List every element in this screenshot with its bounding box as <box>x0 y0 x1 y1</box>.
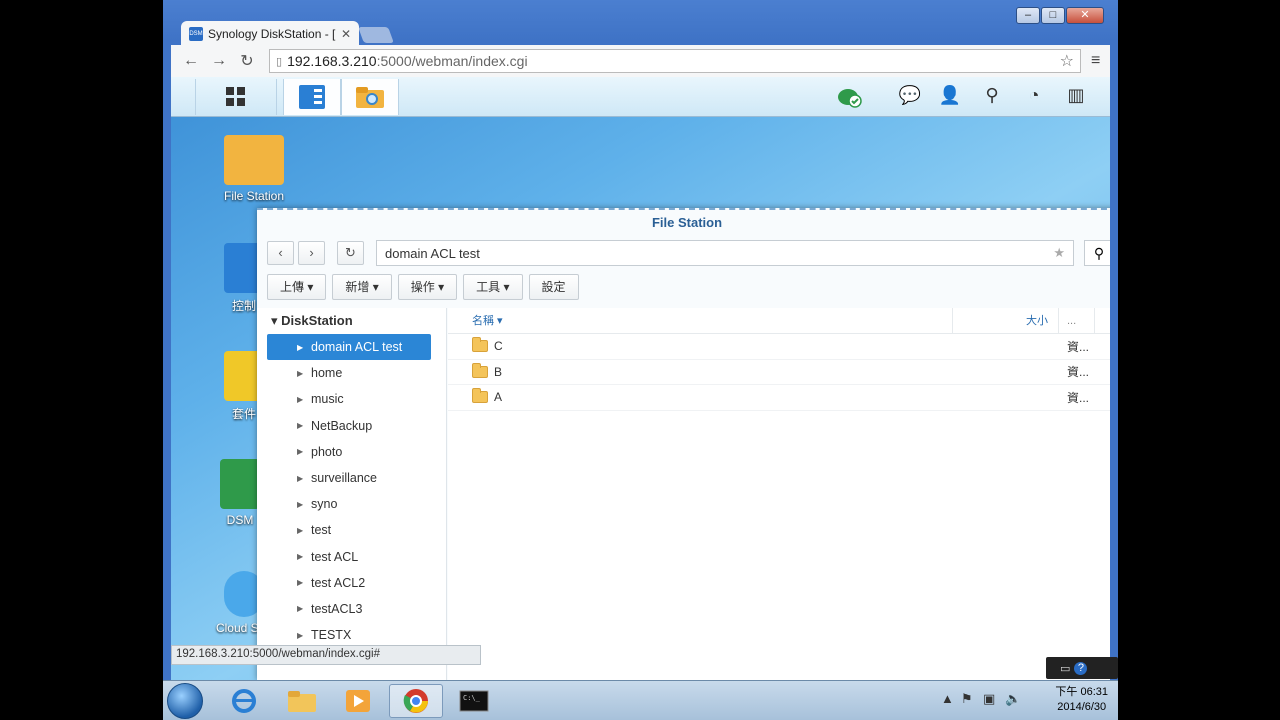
path-field[interactable]: domain ACL test ★ <box>376 240 1074 266</box>
url-host: 192.168.3.210 <box>287 53 377 69</box>
svg-text:C:\_: C:\_ <box>463 694 481 702</box>
back-button[interactable]: ‹ <box>267 241 294 265</box>
column-more[interactable]: ... <box>1059 308 1095 333</box>
ie-task[interactable] <box>217 684 271 718</box>
chrome-menu-icon[interactable]: ≡ <box>1091 52 1100 70</box>
folder-explorer-icon <box>288 691 316 712</box>
keyboard-icon[interactable]: ▭ <box>1060 662 1070 675</box>
upload-button[interactable]: 上傳 ▾ <box>267 274 327 300</box>
dashboard-icon[interactable]: ◔ <box>1021 85 1047 109</box>
browser-status-bar: 192.168.3.210:5000/webman/index.cgi# <box>171 645 481 665</box>
column-name[interactable]: 名稱 ▾ <box>448 308 953 333</box>
url-path: :5000/webman/index.cgi <box>376 53 528 69</box>
tree-item[interactable]: ▶ test ACL <box>267 544 431 570</box>
tree-item[interactable]: ▶ test <box>267 517 431 543</box>
control-panel-task-button[interactable] <box>283 79 341 115</box>
network-icon[interactable]: ▣ <box>983 691 995 707</box>
favorite-star-icon[interactable]: ★ <box>1053 245 1065 261</box>
show-hidden-icons[interactable]: ▲ <box>941 691 954 706</box>
column-size[interactable]: 大小 <box>953 308 1059 333</box>
tree-item[interactable]: ▶ photo <box>267 439 431 465</box>
create-button[interactable]: 新增 ▾ <box>332 274 392 300</box>
tools-button[interactable]: 工具 ▾ <box>463 274 523 300</box>
chrome-task[interactable] <box>389 684 443 718</box>
file-station-task-button[interactable] <box>341 79 399 115</box>
file-station-icon <box>356 87 384 108</box>
tree-item[interactable]: ▶ NetBackup <box>267 413 431 439</box>
tree-item[interactable]: ▶ music <box>267 386 431 412</box>
action-button[interactable]: 操作 ▾ <box>397 274 458 300</box>
settings-button[interactable]: 設定 <box>528 274 579 300</box>
chrome-icon <box>403 689 428 713</box>
dsm-desktop: 💬 👤 ⚲ ◔ ▥ File Station 控制 套件 DSM Cloud S… <box>171 77 1110 680</box>
tree-item[interactable]: ▶ testACL3 <box>267 596 431 622</box>
browser-toolbar: ← → ↻ ▯ 192.168.3.210:5000/webman/index.… <box>171 45 1110 77</box>
search-button[interactable]: ⚲ <box>1084 240 1110 266</box>
folder-icon <box>472 388 488 404</box>
action-center-icon[interactable]: ⚑ <box>961 691 973 707</box>
widgets-icon[interactable]: ▥ <box>1063 85 1089 109</box>
screen: – □ ✕ DSM Synology DiskStation - [ ✕ ← →… <box>163 0 1118 720</box>
close-window-button[interactable]: ✕ <box>1066 7 1104 24</box>
main-menu-button[interactable] <box>195 79 277 115</box>
folder-icon <box>472 337 488 353</box>
tree-item[interactable]: ▶ domain ACL test <box>267 334 431 361</box>
folder-tree: ▾ DiskStation ▶ domain ACL test ▶ home ▶ mu… <box>257 308 447 680</box>
file-station-window: File Station ‹ › ↻ domain ACL test ★ ⚲ 上… <box>257 208 1110 680</box>
window-title: File Station <box>651 215 723 230</box>
search-icon[interactable]: ⚲ <box>979 85 1005 109</box>
browser-tab[interactable]: DSM Synology DiskStation - [ ✕ <box>181 21 359 46</box>
path-navigation: ‹ › ↻ domain ACL test ★ ⚲ <box>267 240 1110 266</box>
explorer-task[interactable] <box>275 684 329 718</box>
file-toolbar: 上傳 ▾ 新增 ▾ 操作 ▾ 工具 ▾ 設定 <box>267 274 579 300</box>
back-arrow-icon[interactable]: ← <box>179 52 203 70</box>
list-header: 名稱 ▾ 大小 ... <box>448 308 1110 334</box>
help-icon[interactable]: ? <box>1074 661 1088 675</box>
media-player-task[interactable] <box>331 684 385 718</box>
tree-item[interactable]: ▶ test ACL2 <box>267 570 431 596</box>
maximize-button[interactable]: □ <box>1041 7 1065 24</box>
refresh-button[interactable]: ↻ <box>337 241 364 265</box>
tree-item[interactable]: ▶ syno <box>267 491 431 517</box>
file-list: 名稱 ▾ 大小 ... C 資... B 資... A 資... <box>448 308 1110 680</box>
new-tab-button[interactable] <box>358 27 394 43</box>
bookmark-star-icon[interactable]: ☆ <box>1060 51 1074 71</box>
grid-icon <box>226 87 245 106</box>
address-bar[interactable]: ▯ 192.168.3.210:5000/webman/index.cgi ☆ <box>269 49 1081 73</box>
clock[interactable]: 下午 06:31 2014/6/30 <box>1055 685 1108 715</box>
volume-icon[interactable]: 🔈 <box>1005 691 1021 707</box>
page-icon: ▯ <box>276 55 283 68</box>
tray-popup: ▭ ? <box>1046 657 1118 679</box>
file-row[interactable]: A 資... <box>448 385 1110 411</box>
user-icon[interactable]: 👤 <box>937 85 963 109</box>
cloud-sync-icon[interactable] <box>837 85 863 109</box>
start-button[interactable] <box>167 683 203 719</box>
windows-taskbar: C:\_ ▲ ⚑ ▣ 🔈 下午 06:31 2014/6/30 <box>163 680 1118 720</box>
dsm-favicon-icon: DSM <box>189 26 203 41</box>
control-panel-icon <box>299 85 325 109</box>
dsm-taskbar: 💬 👤 ⚲ ◔ ▥ <box>171 77 1110 117</box>
desktop-icon-file-station[interactable]: File Station <box>209 135 299 203</box>
tab-close-icon[interactable]: ✕ <box>341 27 351 41</box>
command-prompt-icon: C:\_ <box>459 690 489 712</box>
forward-arrow-icon[interactable]: → <box>207 52 231 70</box>
tree-item[interactable]: ▶ home <box>267 360 431 386</box>
ie-icon <box>232 689 256 713</box>
chrome-window: – □ ✕ DSM Synology DiskStation - [ ✕ ← →… <box>163 0 1118 680</box>
tree-item[interactable]: ▶ surveillance <box>267 465 431 491</box>
minimize-button[interactable]: – <box>1016 7 1040 24</box>
tab-title: Synology DiskStation - [ <box>208 26 336 41</box>
tree-root[interactable]: ▾ DiskStation <box>257 308 446 334</box>
notification-chat-icon[interactable]: 💬 <box>897 85 923 109</box>
folder-icon <box>472 362 488 378</box>
reload-icon[interactable]: ↻ <box>235 51 259 71</box>
file-row[interactable]: C 資... <box>448 334 1110 360</box>
forward-button[interactable]: › <box>298 241 325 265</box>
file-row[interactable]: B 資... <box>448 360 1110 385</box>
cmd-task[interactable]: C:\_ <box>447 684 501 718</box>
media-player-icon <box>346 690 370 712</box>
